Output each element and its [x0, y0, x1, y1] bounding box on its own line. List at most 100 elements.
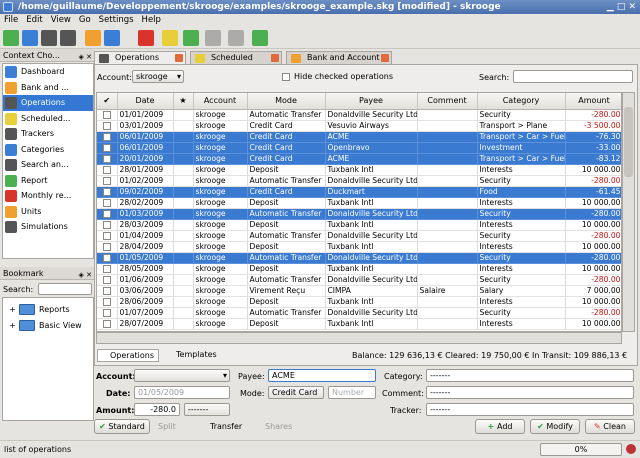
redo-icon[interactable]: [104, 30, 120, 46]
row-checkbox[interactable]: [102, 275, 111, 284]
row-checkbox[interactable]: [102, 198, 111, 207]
table-row[interactable]: 01/01/2009 skrooge Automatic Transfer Donal…: [97, 109, 621, 121]
row-checkbox[interactable]: [102, 165, 111, 174]
table-row[interactable]: 03/06/2009 skrooge Virement Reçu CIMPA Salai…: [97, 285, 621, 297]
menu-file[interactable]: File: [0, 14, 22, 27]
column-bookmark[interactable]: ★: [173, 93, 194, 110]
table-row[interactable]: 06/01/2009 skrooge Credit Card ACME Transpor…: [97, 131, 621, 143]
subtab-operations[interactable]: Operations: [97, 349, 159, 362]
row-checkbox[interactable]: [102, 143, 111, 152]
editor-number-field[interactable]: Number: [328, 386, 376, 399]
column-mode[interactable]: Mode: [247, 93, 326, 110]
tab-bank-and-account[interactable]: Bank and Account: [286, 51, 392, 64]
modify-button[interactable]: ✔ Modify: [530, 419, 580, 434]
shares-button[interactable]: Shares: [265, 422, 292, 431]
scrollbar-thumb[interactable]: [624, 107, 633, 177]
menu-settings[interactable]: Settings: [95, 14, 138, 27]
column-date[interactable]: Date: [117, 93, 174, 110]
row-checkbox[interactable]: [102, 286, 111, 295]
row-checkbox[interactable]: [102, 154, 111, 163]
delete-icon[interactable]: [138, 30, 154, 46]
table-row[interactable]: 01/03/2009 skrooge Automatic Transfer Donal…: [97, 208, 621, 220]
editor-payee-field[interactable]: ACME: [268, 369, 376, 382]
account-filter-select[interactable]: skrooge ▾: [132, 70, 184, 83]
undo-icon[interactable]: [85, 30, 101, 46]
new-document-icon[interactable]: [3, 30, 19, 46]
reload-icon[interactable]: [252, 30, 268, 46]
table-row[interactable]: 01/07/2009 skrooge Automatic Transfer Donal…: [97, 307, 621, 319]
table-row[interactable]: 28/04/2009 skrooge Deposit Tuxbank Intl Inte…: [97, 241, 621, 253]
refresh-icon[interactable]: [183, 30, 199, 46]
context-item-monthly[interactable]: Monthly re...: [3, 188, 93, 204]
editor-mode-select[interactable]: Credit Card: [268, 386, 324, 399]
column-account[interactable]: Account: [193, 93, 248, 110]
close-icon[interactable]: [381, 54, 389, 62]
menu-edit[interactable]: Edit: [22, 14, 46, 27]
save-as-icon[interactable]: [60, 30, 76, 46]
editor-tracker-field[interactable]: -------: [426, 403, 634, 416]
table-row[interactable]: 06/01/2009 skrooge Credit Card Openbravo Inv…: [97, 142, 621, 154]
row-checkbox[interactable]: [102, 264, 111, 273]
close-icon[interactable]: [271, 54, 279, 62]
editor-comment-field[interactable]: -------: [426, 386, 634, 399]
context-item-units[interactable]: Units: [3, 204, 93, 220]
column-amount[interactable]: Amount: [565, 93, 621, 110]
context-item-simulations[interactable]: Simulations: [3, 219, 93, 235]
column-payee[interactable]: Payee: [325, 93, 418, 110]
menu-view[interactable]: View: [47, 14, 75, 27]
row-checkbox[interactable]: [102, 308, 111, 317]
table-row[interactable]: 28/05/2009 skrooge Deposit Tuxbank Intl Inte…: [97, 263, 621, 275]
menu-go[interactable]: Go: [75, 14, 95, 27]
cancel-icon[interactable]: [626, 444, 636, 454]
row-checkbox[interactable]: [102, 132, 111, 141]
editor-account-select[interactable]: ▾: [134, 369, 230, 382]
row-checkbox[interactable]: [102, 121, 111, 130]
row-checkbox[interactable]: [102, 176, 111, 185]
column-comment[interactable]: Comment: [417, 93, 478, 110]
row-checkbox[interactable]: [102, 220, 111, 229]
table-row[interactable]: 09/02/2009 skrooge Credit Card Duckmart Food…: [97, 186, 621, 198]
add-button[interactable]: + Add: [475, 419, 525, 434]
tab-operations[interactable]: Operations: [94, 51, 186, 64]
back-icon[interactable]: [205, 30, 221, 46]
split-button[interactable]: Split: [158, 422, 176, 431]
table-vertical-scrollbar[interactable]: [622, 92, 635, 332]
bookmark-item-reports[interactable]: + Reports: [3, 302, 93, 318]
row-checkbox[interactable]: [102, 187, 111, 196]
context-item-report[interactable]: Report: [3, 173, 93, 189]
context-item-dashboard[interactable]: Dashboard: [3, 64, 93, 80]
row-checkbox[interactable]: [102, 253, 111, 262]
save-icon[interactable]: [41, 30, 57, 46]
table-row[interactable]: 01/04/2009 skrooge Automatic Transfer Donal…: [97, 230, 621, 242]
column-category[interactable]: Category: [477, 93, 566, 110]
hide-checked-checkbox[interactable]: [282, 73, 290, 81]
context-item-trackers[interactable]: Trackers: [3, 126, 93, 142]
row-checkbox[interactable]: [102, 297, 111, 306]
table-horizontal-scrollbar[interactable]: [96, 332, 622, 344]
table-row[interactable]: 20/01/2009 skrooge Credit Card ACME Transpor…: [97, 153, 621, 165]
table-row[interactable]: 28/06/2009 skrooge Deposit Tuxbank Intl Inte…: [97, 296, 621, 308]
table-row[interactable]: 01/02/2009 skrooge Automatic Transfer Donal…: [97, 175, 621, 187]
tab-scheduled[interactable]: Scheduled: [190, 51, 282, 64]
bookmark-search-input[interactable]: [38, 283, 92, 295]
context-item-search[interactable]: Search an...: [3, 157, 93, 173]
table-row[interactable]: 01/05/2009 skrooge Automatic Transfer Donal…: [97, 252, 621, 264]
row-checkbox[interactable]: [102, 209, 111, 218]
search-input[interactable]: [513, 70, 633, 83]
table-row[interactable]: 01/06/2009 skrooge Automatic Transfer Donal…: [97, 274, 621, 286]
panel-buttons[interactable]: ◈ ✕: [79, 269, 92, 282]
table-row[interactable]: 28/01/2009 skrooge Deposit Tuxbank Intl Inte…: [97, 164, 621, 176]
subtab-templates[interactable]: Templates: [164, 349, 224, 362]
point-icon[interactable]: [162, 30, 178, 46]
standard-button[interactable]: ✔ Standard: [94, 419, 150, 434]
editor-category-field[interactable]: -------: [426, 369, 634, 382]
table-row[interactable]: 28/03/2009 skrooge Deposit Tuxbank Intl Inte…: [97, 219, 621, 231]
bookmark-item-basic-view[interactable]: + Basic View: [3, 318, 93, 334]
window-controls[interactable]: ▁ □ ✕: [607, 0, 636, 14]
open-icon[interactable]: [22, 30, 38, 46]
close-icon[interactable]: [175, 54, 183, 62]
forward-icon[interactable]: [228, 30, 244, 46]
table-row[interactable]: 03/01/2009 skrooge Credit Card Vesuvio Airw…: [97, 120, 621, 132]
row-checkbox[interactable]: [102, 110, 111, 119]
editor-unit-select[interactable]: -------: [184, 403, 230, 416]
